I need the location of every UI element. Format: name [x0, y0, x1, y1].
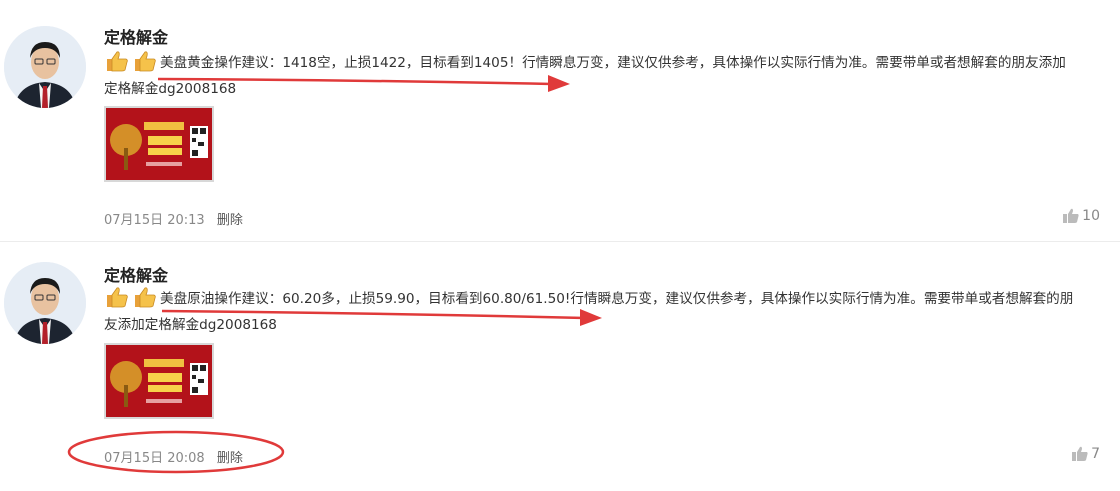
post-content: 美盘原油操作建议：60.20多，止损59.90，目标看到60.80/61.50!… [104, 285, 1100, 338]
like-icon [1072, 446, 1088, 461]
like-count: 10 [1082, 208, 1100, 224]
like-count: 7 [1091, 446, 1100, 462]
avatar[interactable] [4, 262, 86, 344]
post-text-line1: 美盘黄金操作建议：1418空，止损1422，目标看到1405！行情瞬息万变，建议… [160, 55, 1066, 71]
like-button[interactable]: 10 [1062, 208, 1100, 224]
post-content: 美盘黄金操作建议：1418空，止损1422，目标看到1405！行情瞬息万变，建议… [104, 49, 1100, 102]
author-name[interactable]: 定格解金 [104, 24, 168, 48]
ad-image[interactable] [104, 106, 214, 182]
like-icon [1063, 208, 1079, 223]
post-timestamp: 07月15日 20:13 [104, 213, 205, 228]
thumbs-up-icon [132, 285, 158, 309]
delete-button[interactable]: 删除 [217, 213, 243, 228]
thumbs-up-icon [132, 49, 158, 73]
delete-button[interactable]: 删除 [217, 451, 243, 466]
avatar[interactable] [4, 26, 86, 108]
post-meta: 07月15日 20:08 删除 [104, 447, 243, 466]
thumbs-up-icon [104, 49, 130, 73]
post-timestamp: 07月15日 20:08 [104, 451, 205, 466]
feed-post: 定格解金 美盘原油操作建议：60.20多，止损59.90，目标看到60.80/6… [0, 242, 1120, 491]
thumbs-up-icon [104, 285, 130, 309]
like-button[interactable]: 7 [1071, 446, 1100, 462]
ad-image[interactable] [104, 343, 214, 419]
post-text-line2: 定格解金dg2008168 [104, 81, 237, 97]
post-text-line1: 美盘原油操作建议：60.20多，止损59.90，目标看到60.80/61.50!… [160, 291, 1074, 307]
feed-post: 定格解金 美盘黄金操作建议：1418空，止损1422，目标看到1405！行情瞬息… [0, 0, 1120, 242]
author-name[interactable]: 定格解金 [104, 262, 168, 286]
post-text-line2: 友添加定格解金dg2008168 [104, 317, 277, 333]
post-meta: 07月15日 20:13 删除 [104, 209, 243, 228]
